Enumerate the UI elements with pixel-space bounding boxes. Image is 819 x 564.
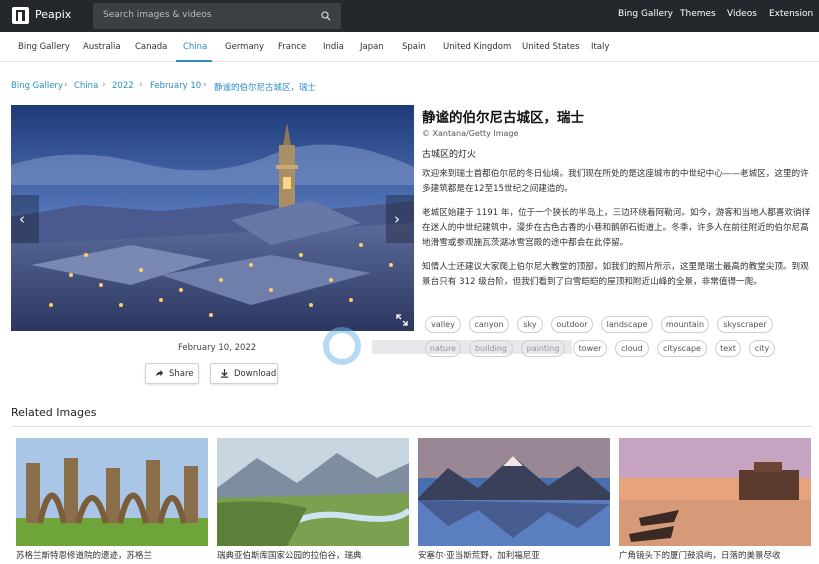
breadcrumb-separator-icon: › (139, 80, 143, 90)
tag-skyscraper[interactable]: skyscraper (717, 316, 773, 333)
download-icon (220, 369, 229, 378)
nav-videos[interactable]: Videos (727, 9, 757, 19)
country-tab-germany[interactable]: Germany (225, 42, 264, 52)
country-tab-bing-gallery[interactable]: Bing Gallery (18, 42, 70, 52)
related-caption-4[interactable]: 广角镜头下的厦门鼓浪屿，日落的美景尽收 (619, 549, 811, 561)
tag-cityscape[interactable]: cityscape (657, 340, 707, 357)
active-tab-indicator (176, 60, 212, 62)
related-thumbnail-valley[interactable] (217, 438, 409, 546)
peapix-logo-icon[interactable] (12, 7, 29, 24)
country-tab-japan[interactable]: Japan (360, 42, 384, 52)
breadcrumb-year[interactable]: 2022 (112, 81, 134, 91)
breadcrumb-current: 静谧的伯尔尼古城区，瑞士 (214, 83, 317, 93)
top-nav-bar: Peapix Search images & videos Bing Galle… (0, 0, 819, 32)
related-thumbnail-abbey[interactable] (16, 438, 208, 546)
country-tabs: Bing Gallery Australia Canada China Germ… (0, 32, 819, 62)
related-thumbnail-mountain-lake[interactable] (418, 438, 610, 546)
search-icon[interactable] (321, 11, 331, 21)
country-tab-france[interactable]: France (278, 42, 306, 52)
expand-icon[interactable] (396, 314, 408, 326)
breadcrumb-separator-icon: › (203, 80, 207, 90)
related-thumbnail-gulangyu[interactable] (619, 438, 811, 546)
country-tab-united-states[interactable]: United States (522, 42, 580, 52)
country-tab-spain[interactable]: Spain (402, 42, 426, 52)
related-images-heading: Related Images (11, 406, 97, 419)
related-divider (11, 426, 813, 427)
breadcrumb-date[interactable]: February 10 (150, 81, 201, 91)
related-caption-2[interactable]: 瑞典亚伯斯库国家公园的拉伯谷，瑞典 (217, 549, 409, 561)
image-subtitle: 古城区的灯火 (422, 150, 477, 160)
tag-city[interactable]: city (749, 340, 775, 357)
breadcrumb-separator-icon: › (102, 80, 106, 90)
image-date: February 10, 2022 (178, 343, 257, 353)
nav-extension[interactable]: Extension (769, 9, 813, 19)
chevron-left-icon: ‹ (19, 210, 25, 228)
image-credit: © Xantana/Getty Image (422, 129, 519, 138)
tag-cloud[interactable]: cloud (615, 340, 649, 357)
brand-name[interactable]: Peapix (35, 8, 71, 21)
share-icon (155, 369, 164, 377)
search-placeholder: Search images & videos (103, 10, 212, 20)
country-tab-india[interactable]: India (323, 42, 344, 52)
tag-mountain[interactable]: mountain (661, 316, 709, 333)
download-button[interactable]: Download (210, 363, 278, 384)
tag-landscape[interactable]: landscape (601, 316, 653, 333)
image-title: 静谧的伯尔尼古城区，瑞士 (422, 110, 584, 126)
description-paragraph-1: 欢迎来到瑞士首都伯尔尼的冬日仙境。我们现在所处的是这座城市的中世纪中心——老城区… (422, 169, 809, 194)
description-paragraph-3: 知情人士还建议大家爬上伯尔尼大教堂的顶部，如我们的照片所示，这里是瑞士最高的教堂… (422, 262, 809, 287)
nav-themes[interactable]: Themes (680, 9, 716, 19)
share-button[interactable]: Share (145, 363, 199, 384)
related-caption-3[interactable]: 安塞尔·亚当斯荒野，加利福尼亚 (418, 549, 610, 561)
tag-text[interactable]: text (715, 340, 741, 357)
related-caption-1[interactable]: 苏格兰斯特恩修道院的遗迹，苏格兰 (16, 549, 208, 561)
next-image-button[interactable]: › (386, 195, 414, 243)
watermark-logo (323, 327, 572, 365)
previous-image-button[interactable]: ‹ (11, 195, 39, 243)
description-paragraph-2: 老城区始建于 1191 年，位于一个狭长的半岛上，三边环绕着阿勒河。如今，游客和… (422, 208, 811, 248)
breadcrumb-bing-gallery[interactable]: Bing Gallery (11, 81, 63, 91)
share-label: Share (169, 369, 194, 379)
breadcrumb-separator-icon: › (64, 80, 68, 90)
download-label: Download (234, 369, 277, 379)
country-tab-united-kingdom[interactable]: United Kingdom (443, 42, 511, 52)
hero-image[interactable] (11, 105, 414, 331)
chevron-right-icon: › (394, 210, 400, 228)
country-tab-italy[interactable]: Italy (591, 42, 609, 52)
country-tab-china[interactable]: China (183, 42, 207, 52)
country-tab-australia[interactable]: Australia (83, 42, 121, 52)
nav-bing-gallery[interactable]: Bing Gallery (618, 9, 673, 19)
country-tab-canada[interactable]: Canada (135, 42, 167, 52)
search-input[interactable]: Search images & videos (93, 3, 341, 29)
breadcrumb-china[interactable]: China (74, 81, 98, 91)
